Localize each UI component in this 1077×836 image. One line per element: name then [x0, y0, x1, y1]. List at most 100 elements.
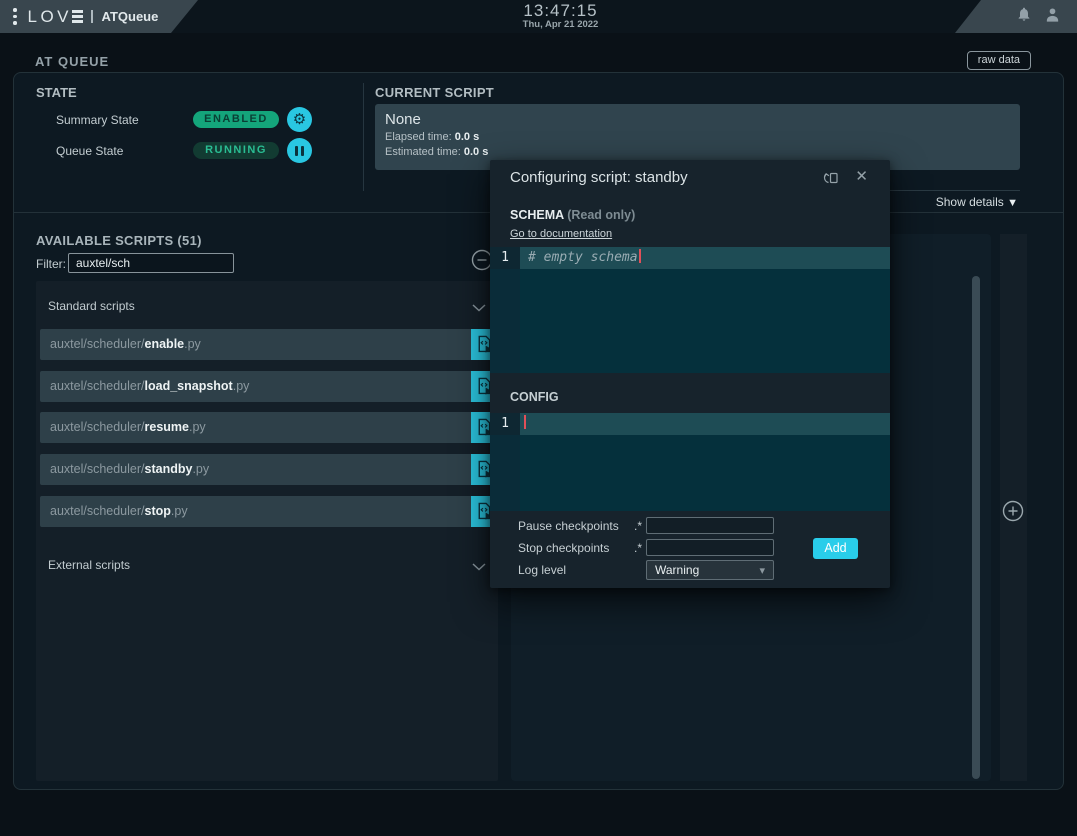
close-icon: ✕ — [855, 168, 868, 185]
log-level-select[interactable]: Warning ▾ — [646, 560, 774, 580]
section-divider-right — [874, 190, 1020, 191]
log-level-label: Log level — [518, 563, 566, 577]
script-name: standby — [145, 462, 193, 476]
panel-title: AT QUEUE — [35, 54, 109, 69]
script-path: auxtel/scheduler/enable.py — [40, 329, 471, 360]
detach-window-button[interactable] — [822, 169, 840, 187]
modal-title: Configuring script: standby — [510, 169, 688, 186]
script-ext: .py — [184, 337, 201, 351]
raw-data-button[interactable]: raw data — [967, 51, 1031, 70]
queue-state-badge: RUNNING — [193, 142, 279, 159]
topbar-left-section: LOV ATQueue — [0, 0, 198, 33]
config-active-line — [520, 413, 890, 435]
config-code-line — [523, 413, 526, 435]
external-scripts-label: External scripts — [48, 558, 130, 572]
show-details-toggle[interactable]: Show details ▼ — [936, 195, 1018, 209]
pause-icon — [295, 146, 304, 156]
add-button[interactable]: Add — [813, 538, 858, 559]
documentation-link[interactable]: Go to documentation — [510, 228, 612, 240]
current-script-name: None — [385, 111, 1020, 128]
pause-checkpoints-label: Pause checkpoints — [518, 519, 619, 533]
clock-time: 13:47:15 — [523, 2, 599, 19]
script-name: stop — [145, 504, 171, 518]
log-level-value: Warning — [655, 563, 699, 577]
script-prefix: auxtel/scheduler/ — [50, 379, 145, 393]
script-path: auxtel/scheduler/resume.py — [40, 412, 471, 443]
queue-scrollbar[interactable] — [972, 276, 980, 779]
scripts-list-panel: Standard scripts auxtel/scheduler/enable… — [36, 281, 498, 781]
standard-scripts-label: Standard scripts — [48, 299, 135, 313]
script-path: auxtel/scheduler/standby.py — [40, 454, 471, 485]
clock: 13:47:15 Thu, Apr 21 2022 — [523, 2, 599, 30]
estimated-time-value: 0.0 s — [464, 146, 488, 158]
page-title: ATQueue — [102, 9, 159, 24]
show-details-caret-icon: ▼ — [1007, 197, 1018, 209]
user-account-icon[interactable] — [1044, 6, 1061, 28]
script-prefix: auxtel/scheduler/ — [50, 504, 145, 518]
current-script-title: CURRENT SCRIPT — [375, 85, 494, 100]
schema-readonly-label: (Read only) — [567, 208, 635, 222]
schema-line-number: 1 — [490, 247, 520, 269]
detach-icon — [822, 169, 840, 187]
schema-heading: SCHEMA (Read only) — [510, 208, 635, 222]
stop-checkpoints-input[interactable] — [646, 539, 774, 556]
filter-label: Filter: — [36, 257, 66, 271]
script-row-standby[interactable]: auxtel/scheduler/standby.py — [40, 454, 497, 485]
close-modal-button[interactable]: ✕ — [855, 167, 868, 185]
summary-state-label: Summary State — [56, 113, 139, 127]
pause-checkpoints-input[interactable] — [646, 517, 774, 534]
elapsed-time-label: Elapsed time: — [385, 131, 452, 143]
stop-checkpoints-regex: .* — [616, 541, 642, 555]
config-heading: CONFIG — [510, 390, 559, 404]
pause-queue-button[interactable] — [287, 138, 312, 163]
menu-dots-icon[interactable] — [13, 8, 17, 25]
text-cursor — [524, 415, 526, 429]
estimated-time: Estimated time: 0.0 s — [385, 146, 1020, 158]
topbar: LOV ATQueue 13:47:15 Thu, Apr 21 2022 — [0, 0, 1077, 33]
love-logo-e-icon — [72, 10, 83, 23]
clock-date: Thu, Apr 21 2022 — [523, 19, 599, 30]
estimated-time-label: Estimated time: — [385, 146, 461, 158]
stop-checkpoints-label: Stop checkpoints — [518, 541, 609, 555]
config-editor[interactable]: 1 — [490, 413, 890, 511]
script-row-load-snapshot[interactable]: auxtel/scheduler/load_snapshot.py — [40, 371, 497, 402]
filter-input[interactable] — [68, 253, 234, 273]
summary-state-badge: ENABLED — [193, 111, 279, 128]
queue-state-label: Queue State — [56, 144, 123, 158]
circle-plus-icon — [1002, 500, 1024, 522]
script-ext: .py — [171, 504, 188, 518]
summary-state-gear-button[interactable]: ⚙ — [287, 107, 312, 132]
config-line-number: 1 — [490, 413, 520, 435]
script-name: enable — [145, 337, 185, 351]
script-row-enable[interactable]: auxtel/scheduler/enable.py — [40, 329, 497, 360]
schema-title: SCHEMA — [510, 208, 564, 222]
script-row-stop[interactable]: auxtel/scheduler/stop.py — [40, 496, 497, 527]
standard-scripts-group-header[interactable]: Standard scripts — [48, 299, 486, 313]
configure-script-modal: Configuring script: standby ✕ SCHEMA (Re… — [490, 160, 890, 588]
select-caret-icon: ▾ — [759, 562, 765, 580]
script-prefix: auxtel/scheduler/ — [50, 420, 145, 434]
script-path: auxtel/scheduler/load_snapshot.py — [40, 371, 471, 402]
elapsed-time-value: 0.0 s — [455, 131, 479, 143]
script-row-resume[interactable]: auxtel/scheduler/resume.py — [40, 412, 497, 443]
love-logo: LOV — [28, 7, 73, 27]
script-name: load_snapshot — [145, 379, 233, 393]
script-path: auxtel/scheduler/stop.py — [40, 496, 471, 527]
notifications-bell-icon[interactable] — [1016, 6, 1032, 27]
script-ext: .py — [192, 462, 209, 476]
topbar-right-section — [955, 0, 1077, 33]
state-current-divider — [363, 83, 364, 191]
external-scripts-group-header[interactable]: External scripts — [48, 558, 486, 572]
script-name: resume — [145, 420, 189, 434]
schema-code-text: # empty schema — [528, 250, 638, 265]
pause-checkpoints-regex: .* — [616, 519, 642, 533]
chevron-down-icon — [472, 301, 486, 315]
text-cursor — [639, 249, 641, 263]
available-scripts-title: AVAILABLE SCRIPTS (51) — [36, 233, 202, 248]
expand-panel-button[interactable] — [1002, 500, 1024, 522]
schema-editor[interactable]: 1 # empty schema — [490, 247, 890, 373]
show-details-label: Show details — [936, 195, 1004, 209]
brand-separator — [91, 10, 93, 23]
schema-code-line: # empty schema — [528, 247, 641, 269]
script-prefix: auxtel/scheduler/ — [50, 462, 145, 476]
